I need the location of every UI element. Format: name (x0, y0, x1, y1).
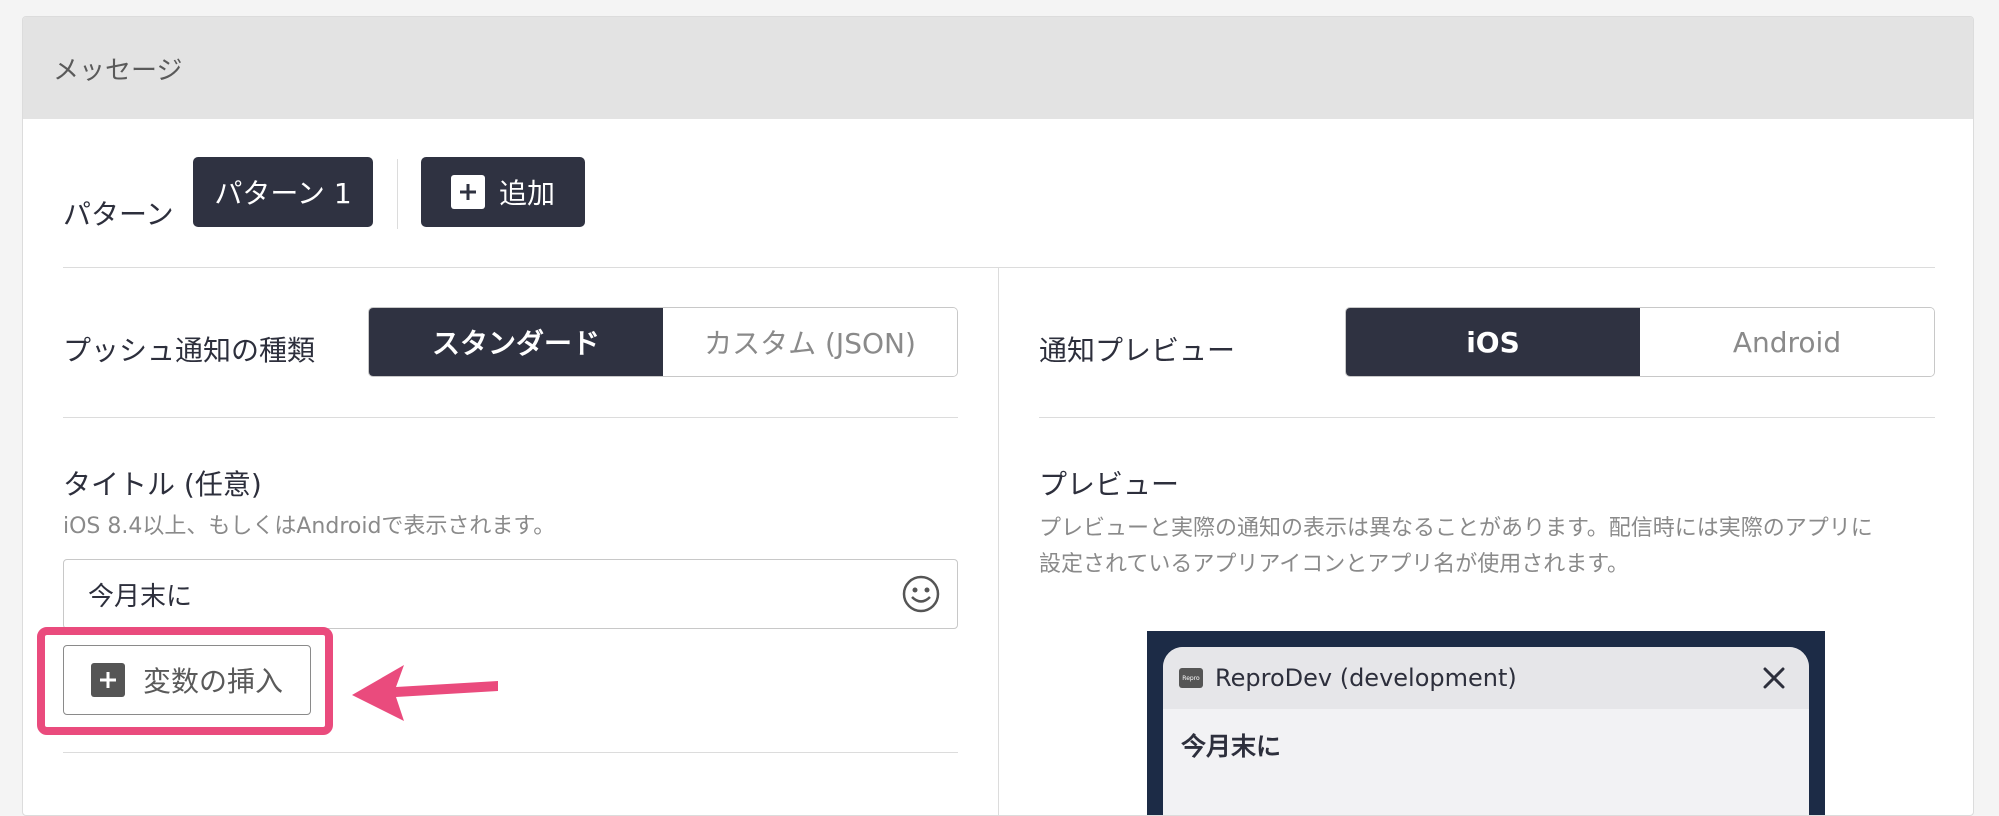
preview-heading: プレビュー (1039, 468, 1180, 501)
notification-header: Repro ReproDev (development) (1163, 647, 1809, 709)
pattern-1-label: パターン 1 (214, 177, 352, 210)
notification-card: Repro ReproDev (development) 今月末に (1163, 647, 1809, 815)
card-header: メッセージ (23, 17, 1973, 119)
app-icon: Repro (1179, 668, 1203, 688)
arrow-icon (352, 665, 498, 721)
right-divider (1039, 417, 1935, 418)
title-input-value: 今月末に (88, 581, 193, 612)
emoji-icon[interactable] (901, 574, 941, 614)
section-divider (63, 267, 1935, 268)
insert-variable-button[interactable]: 変数の挿入 (63, 645, 311, 715)
close-icon[interactable] (1759, 663, 1789, 693)
push-type-custom-json-option[interactable]: カスタム (JSON) (663, 308, 957, 376)
card-header-title: メッセージ (53, 55, 183, 86)
add-pattern-button[interactable]: 追加 (421, 157, 585, 227)
title-field-help: iOS 8.4以上、もしくはAndroidで表示されます。 (63, 514, 556, 539)
preview-android-option[interactable]: Android (1640, 308, 1934, 376)
pattern-divider (397, 159, 398, 229)
title-field-label: タイトル (任意) (63, 468, 262, 501)
notification-preview-label: 通知プレビュー (1039, 334, 1236, 367)
insert-variable-label: 変数の挿入 (142, 665, 283, 698)
push-type-label: プッシュ通知の種類 (63, 334, 316, 367)
push-type-segmented-control: スタンダード カスタム (JSON) (368, 307, 958, 377)
preview-description-line2: 設定されているアプリアイコンとアプリ名が使用されます。 (1039, 552, 1630, 577)
plus-icon (90, 663, 125, 697)
notification-title: 今月末に (1181, 732, 1282, 761)
left-bottom-divider (63, 752, 958, 753)
title-input[interactable]: 今月末に (63, 559, 958, 629)
preview-ios-option[interactable]: iOS (1346, 308, 1640, 376)
pattern-label: パターン (63, 198, 174, 231)
pattern-1-button[interactable]: パターン 1 (193, 157, 373, 227)
phone-preview: Repro ReproDev (development) 今月末に (1147, 631, 1825, 815)
push-type-standard-option[interactable]: スタンダード (369, 308, 663, 376)
preview-os-segmented-control: iOS Android (1345, 307, 1935, 377)
app-name: ReproDev (development) (1215, 664, 1517, 692)
preview-description-line1: プレビューと実際の通知の表示は異なることがあります。配信時には実際のアプリに (1039, 516, 1873, 541)
left-divider (63, 417, 958, 418)
column-divider (998, 267, 999, 815)
add-pattern-label: 追加 (498, 177, 555, 210)
message-card: メッセージ パターン パターン 1 追加 プッシュ通知の種類 スタンダード カス… (22, 16, 1974, 816)
plus-icon (450, 175, 485, 209)
